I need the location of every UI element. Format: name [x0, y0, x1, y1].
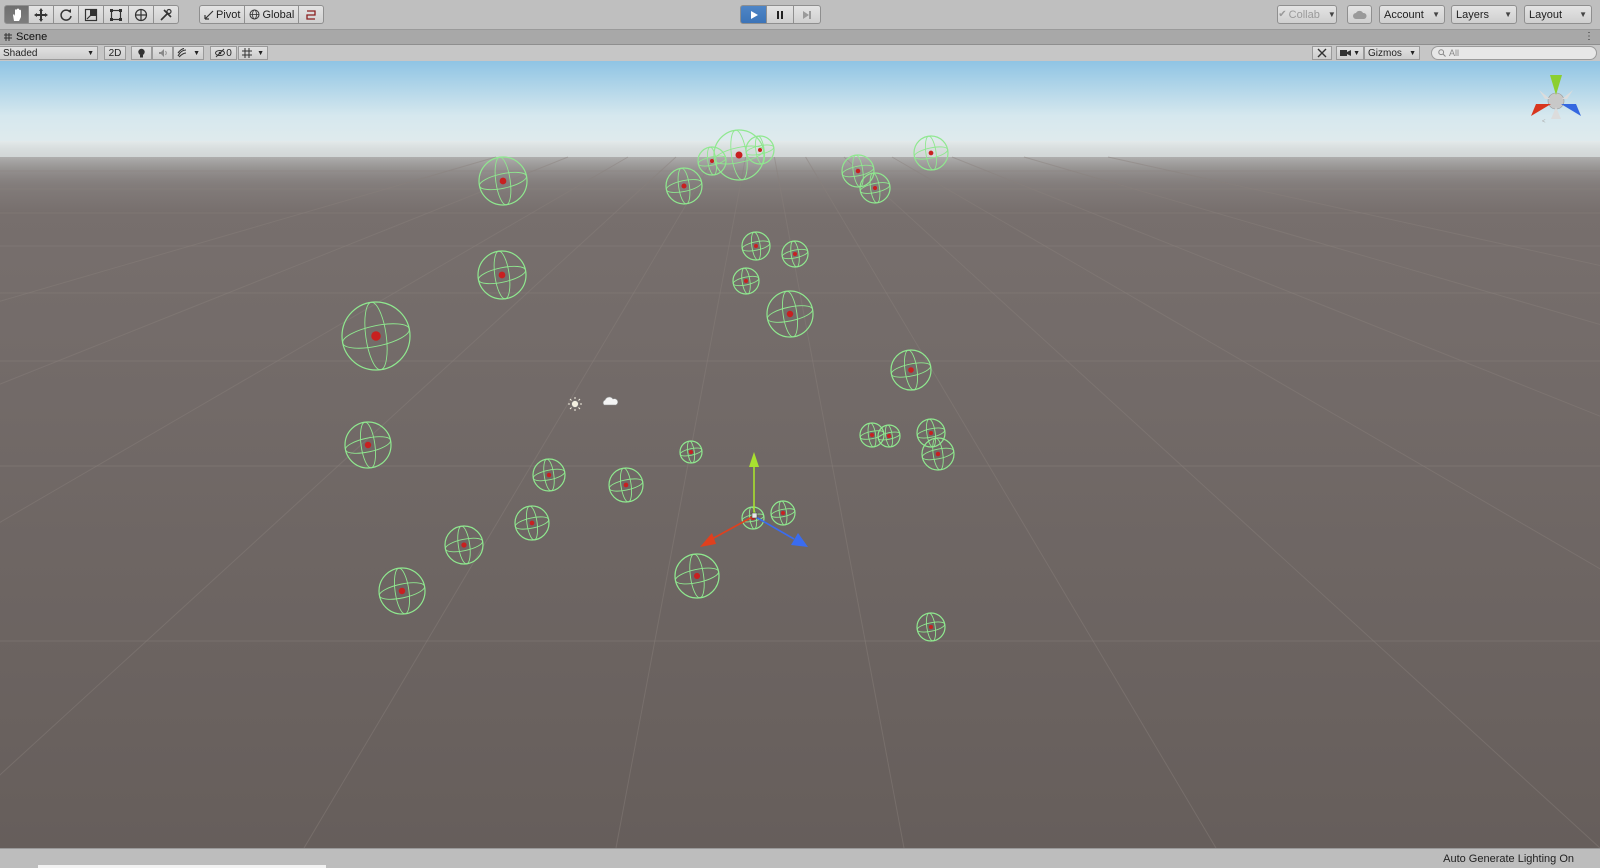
layers-group: Layers ▼ [1451, 5, 1517, 24]
pivot-icon [204, 10, 214, 20]
hidden-count: 0 [226, 47, 232, 59]
play-button[interactable] [740, 5, 767, 24]
2d-label: 2D [108, 47, 122, 59]
cloud-button[interactable] [1347, 5, 1372, 24]
speaker-icon [158, 49, 167, 57]
pivot-toggle[interactable]: Pivot [199, 5, 246, 24]
scene-tab[interactable]: Scene [4, 30, 47, 44]
layout-label: Layout [1529, 8, 1563, 21]
audio-toggle[interactable] [152, 46, 173, 60]
layout-group: Layout ▼ [1524, 5, 1592, 24]
horizon-haze [0, 141, 1600, 186]
status-text: Auto Generate Lighting On [1443, 853, 1574, 865]
transform-tools [4, 5, 179, 24]
playback-controls [740, 5, 821, 24]
layers-dropdown[interactable]: Layers ▼ [1451, 5, 1517, 24]
svg-text:<: < [1542, 119, 1546, 125]
scene-canvas[interactable]: < [0, 61, 1600, 848]
account-label: Account [1384, 8, 1424, 21]
tools-icon [1317, 48, 1327, 58]
cloud-icon [1352, 10, 1367, 19]
pivot-group: Pivot Global [199, 5, 325, 24]
search-placeholder: All [1449, 48, 1460, 58]
grid-icon [242, 48, 252, 58]
rotate-icon [60, 8, 72, 21]
step-button[interactable] [794, 5, 821, 24]
shading-mode-dropdown[interactable]: Shaded ▼ [0, 46, 98, 60]
lighting-toggle[interactable] [131, 46, 152, 60]
gizmos-dropdown[interactable]: Gizmos ▼ [1364, 46, 1420, 60]
grid-dropdown[interactable]: ▼ [238, 46, 268, 60]
transform-icon [134, 8, 148, 21]
account-dropdown[interactable]: Account ▼ [1379, 5, 1445, 24]
shading-mode-label: Shaded [3, 47, 38, 59]
caret-down-icon: ▼ [1353, 49, 1360, 57]
scene-search-input[interactable]: All [1431, 46, 1597, 60]
rect-transform-icon [110, 8, 122, 21]
scale-tool-button[interactable] [79, 5, 104, 24]
scene-viewport[interactable]: < [0, 61, 1600, 848]
pivot-label: Pivot [216, 8, 241, 21]
tools-button[interactable] [1312, 46, 1332, 60]
lightbulb-icon [138, 48, 145, 58]
globe-icon [249, 9, 260, 20]
layers-label: Layers [1456, 8, 1490, 21]
caret-down-icon: ▼ [1409, 49, 1416, 57]
scene-tab-title: Scene [16, 31, 48, 43]
rect-tool-button[interactable] [104, 5, 129, 24]
step-icon [803, 10, 811, 19]
camera-icon [1340, 50, 1351, 56]
layout-dropdown[interactable]: Layout ▼ [1524, 5, 1592, 24]
effects-icon [177, 48, 187, 58]
pause-button[interactable] [767, 5, 794, 24]
collab-group: ✔ Collab ▼ [1277, 5, 1337, 24]
scene-view-toolbar: Shaded ▼ 2D ▼ 0 ▼ ▼ Gizmos ▼ All [0, 45, 1600, 62]
move-arrows-icon [34, 7, 48, 22]
cloud-group [1347, 5, 1372, 24]
caret-down-icon: ▼ [193, 49, 200, 57]
hand-tool-button[interactable] [4, 5, 29, 24]
custom-tool-button[interactable] [154, 5, 179, 24]
play-icon [750, 10, 758, 19]
scene-tab-bar: Scene ⋮ [0, 30, 1600, 45]
caret-down-icon: ▼ [1504, 10, 1512, 19]
eye-slash-icon [215, 48, 226, 58]
custom-tools-icon [160, 8, 172, 21]
scale-icon [84, 8, 98, 21]
main-toolbar: Pivot Global ✔ Collab ▼ Account ▼ Layers… [0, 0, 1600, 30]
global-toggle[interactable]: Global [245, 5, 300, 24]
ground-plane [0, 157, 1600, 848]
caret-down-icon: ▼ [1327, 10, 1336, 19]
caret-down-icon: ▼ [1579, 10, 1587, 19]
checkmark-icon: ✔ [1278, 9, 1287, 20]
pause-icon [777, 10, 783, 19]
grid-snap-button[interactable] [299, 5, 325, 24]
tab-menu-icon[interactable]: ⋮ [1584, 31, 1594, 42]
transform-tool-button[interactable] [129, 5, 154, 24]
caret-down-icon: ▼ [257, 49, 264, 57]
search-icon [1438, 49, 1446, 57]
gizmos-label: Gizmos [1368, 47, 1402, 59]
effects-dropdown[interactable]: ▼ [173, 46, 204, 60]
grid-snap-icon [306, 9, 316, 20]
caret-down-icon: ▼ [87, 49, 94, 57]
hidden-objects-toggle[interactable]: 0 [210, 46, 237, 60]
scene-grid-icon [4, 33, 12, 41]
rotate-tool-button[interactable] [54, 5, 79, 24]
2d-toggle[interactable]: 2D [104, 46, 126, 60]
collab-label: Collab [1288, 8, 1320, 21]
global-label: Global [262, 8, 295, 21]
account-group: Account ▼ [1379, 5, 1445, 24]
collab-button[interactable]: ✔ Collab ▼ [1277, 5, 1337, 24]
camera-dropdown[interactable]: ▼ [1336, 46, 1364, 60]
caret-down-icon: ▼ [1432, 10, 1440, 19]
hand-icon [12, 8, 21, 21]
move-tool-button[interactable] [29, 5, 54, 24]
status-bar: Auto Generate Lighting On [0, 848, 1600, 868]
